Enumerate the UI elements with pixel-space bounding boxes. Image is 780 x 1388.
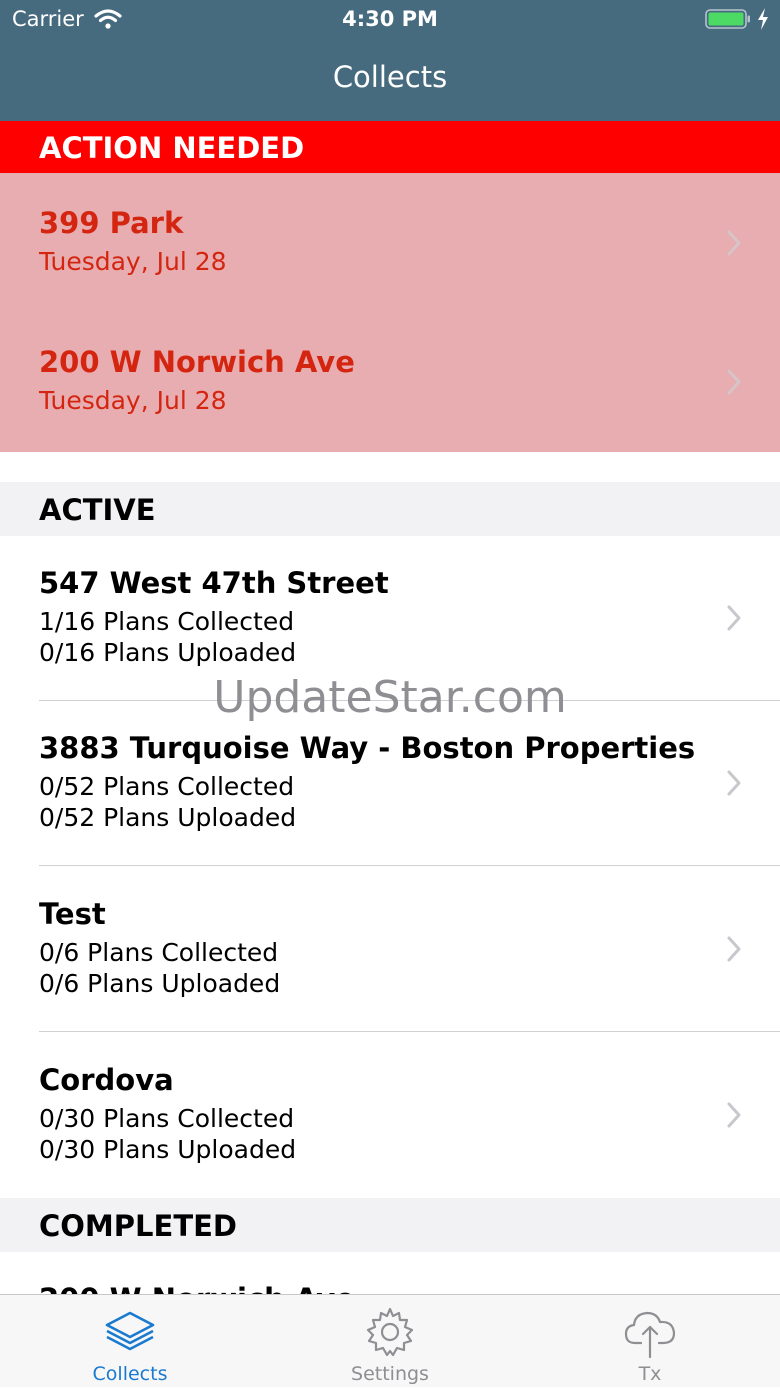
active-list-item[interactable]: Cordova 0/30 Plans Collected 0/30 Plans … [0,1033,780,1198]
plans-uploaded-text: 0/6 Plans Uploaded [39,969,281,998]
active-list-item[interactable]: Test 0/6 Plans Collected 0/6 Plans Uploa… [0,867,780,1032]
row-divider [39,1031,780,1032]
completed-header: COMPLETED [0,1198,780,1252]
action-item-title: 399 Park [39,206,184,240]
chevron-right-icon [727,936,741,962]
chevron-right-icon [727,605,741,631]
active-list-item[interactable]: 3883 Turquoise Way - Boston Properties 0… [0,701,780,866]
plans-collected-text: 1/16 Plans Collected [39,607,295,636]
item-title: 547 West 47th Street [39,566,389,600]
item-title: Test [39,897,106,931]
tab-label: Collects [92,1363,168,1385]
action-needed-list: 399 Park Tuesday, Jul 28 200 W Norwich A… [0,173,780,452]
plans-uploaded-text: 0/52 Plans Uploaded [39,803,297,832]
item-title: 200 W Norwich Ave [39,1282,355,1294]
chevron-right-icon [727,230,741,256]
action-item-date: Tuesday, Jul 28 [39,247,227,276]
status-time: 4:30 PM [342,7,438,31]
plans-uploaded-text: 0/16 Plans Uploaded [39,638,297,667]
layers-icon [105,1311,155,1351]
plans-collected-text: 0/6 Plans Collected [39,938,279,967]
chevron-right-icon [727,770,741,796]
item-title: Cordova [39,1063,174,1097]
page-title: Collects [332,60,448,94]
watermark: UpdateStar.com [213,672,567,723]
action-item-date: Tuesday, Jul 28 [39,386,227,415]
tab-tx[interactable]: Tx [550,1295,750,1388]
item-title: 3883 Turquoise Way - Boston Properties [39,731,696,765]
plans-uploaded-text: 0/30 Plans Uploaded [39,1135,297,1164]
completed-list-item[interactable]: 200 W Norwich Ave [0,1252,780,1294]
tab-settings[interactable]: Settings [290,1295,490,1388]
tab-label: Tx [638,1363,662,1385]
gear-icon [366,1307,414,1357]
status-bar: Carrier 4:30 PM [0,0,780,40]
active-header: ACTIVE [0,482,780,536]
navigation-header: Carrier 4:30 PM Collects [0,0,780,121]
tab-label: Settings [351,1363,429,1385]
action-needed-item[interactable]: 200 W Norwich Ave Tuesday, Jul 28 [0,312,780,451]
chevron-right-icon [727,369,741,395]
tab-bar: Collects Settings Tx [0,1294,780,1387]
row-divider [39,865,780,866]
plans-collected-text: 0/30 Plans Collected [39,1104,295,1133]
plans-collected-text: 0/52 Plans Collected [39,772,295,801]
battery-icon [705,9,750,29]
tab-collects[interactable]: Collects [30,1295,230,1388]
chevron-right-icon [727,1102,741,1128]
cloud-upload-icon [624,1311,676,1359]
charging-bolt-icon [758,8,768,30]
action-needed-item[interactable]: 399 Park Tuesday, Jul 28 [0,173,780,312]
action-needed-header: ACTION NEEDED [0,121,780,173]
action-item-title: 200 W Norwich Ave [39,345,355,379]
